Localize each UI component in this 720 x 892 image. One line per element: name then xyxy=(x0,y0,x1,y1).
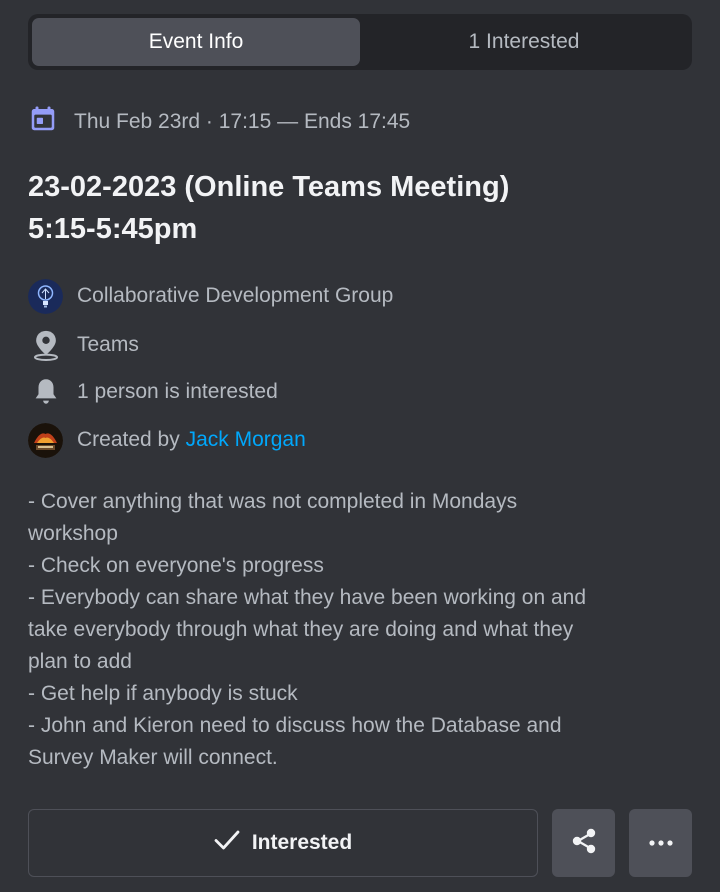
share-icon xyxy=(569,826,599,861)
event-title-line-1: 23-02-2023 (Online Teams Meeting) xyxy=(28,171,510,203)
event-description: - Cover anything that was not completed … xyxy=(28,486,692,774)
event-tabs: Event Info 1 Interested xyxy=(28,14,692,70)
interested-count-text: 1 person is interested xyxy=(77,380,278,403)
created-by-row: Created by Jack Morgan xyxy=(28,420,306,460)
server-name: Collaborative Development Group xyxy=(77,284,394,307)
description-line: - Get help if anybody is stuck xyxy=(28,682,298,705)
server-row[interactable]: Collaborative Development Group xyxy=(28,276,393,316)
created-by-text: Created by Jack Morgan xyxy=(77,428,306,452)
location-text: Teams xyxy=(77,333,139,356)
more-options-button[interactable] xyxy=(629,809,692,877)
bell-icon xyxy=(28,375,63,410)
interested-button[interactable]: Interested xyxy=(28,809,538,877)
event-date-row: Thu Feb 23rd · 17:15 — Ends 17:45 xyxy=(28,104,410,140)
tab-event-info[interactable]: Event Info xyxy=(32,18,360,66)
share-button[interactable] xyxy=(552,809,615,877)
description-line: workshop xyxy=(28,522,118,545)
event-date-text: Thu Feb 23rd · 17:15 — Ends 17:45 xyxy=(74,110,411,133)
checkmark-icon xyxy=(214,829,240,857)
tab-interested[interactable]: 1 Interested xyxy=(360,18,688,66)
description-line: Survey Maker will connect. xyxy=(28,746,278,769)
creator-name-link[interactable]: Jack Morgan xyxy=(186,428,306,451)
description-line: - Cover anything that was not completed … xyxy=(28,490,518,513)
created-by-label: Created by xyxy=(77,428,180,451)
creator-avatar xyxy=(28,422,63,458)
calendar-icon xyxy=(28,104,58,140)
description-line: plan to add xyxy=(28,650,132,673)
interested-button-label: Interested xyxy=(251,831,353,854)
event-title: 23-02-2023 (Online Teams Meeting) 5:15-5… xyxy=(28,166,692,250)
server-avatar xyxy=(28,278,63,314)
location-pin-icon xyxy=(28,328,63,363)
location-row: Teams xyxy=(28,325,139,365)
event-title-line-2: 5:15-5:45pm xyxy=(28,213,198,245)
description-line: - John and Kieron need to discuss how th… xyxy=(28,714,562,737)
description-line: - Everybody can share what they have bee… xyxy=(28,586,587,609)
interested-count-row: 1 person is interested xyxy=(28,372,278,412)
more-options-icon xyxy=(648,834,674,852)
description-line: take everybody through what they are doi… xyxy=(28,618,574,641)
description-line: - Check on everyone's progress xyxy=(28,554,324,577)
